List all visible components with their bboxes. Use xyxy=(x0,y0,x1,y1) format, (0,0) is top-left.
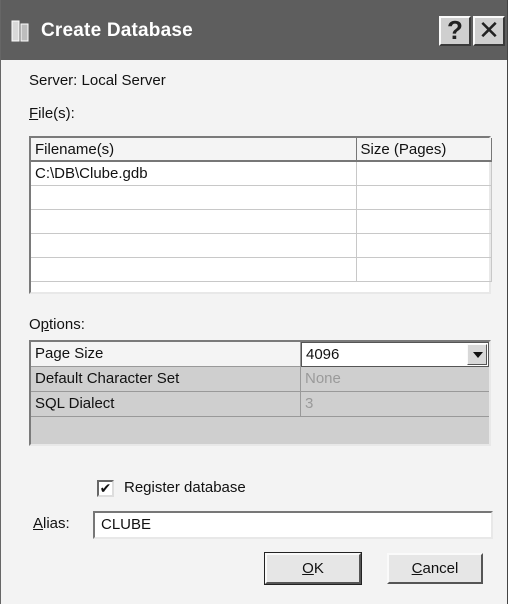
create-database-dialog: Create Database ? ✕ Server: Local Server… xyxy=(0,0,508,604)
size-cell[interactable] xyxy=(356,257,492,282)
option-name: Default Character Set xyxy=(31,367,301,392)
column-header-size[interactable]: Size (Pages) xyxy=(356,138,492,162)
table-row[interactable]: C:\DB\Clube.gdb xyxy=(31,161,492,186)
register-database-checkbox[interactable]: ✔ xyxy=(97,480,114,497)
server-label: Server: Local Server xyxy=(29,72,166,89)
table-row[interactable] xyxy=(31,233,492,258)
database-icon xyxy=(11,20,29,42)
table-row[interactable] xyxy=(31,185,492,210)
filename-cell[interactable] xyxy=(31,257,357,282)
option-name: Page Size xyxy=(31,342,301,367)
option-row-sql-dialect[interactable]: SQL Dialect 3 xyxy=(31,392,489,417)
size-cell[interactable] xyxy=(356,185,492,210)
checkmark-icon: ✔ xyxy=(99,480,112,496)
filename-cell[interactable] xyxy=(31,233,357,258)
character-set-value: None xyxy=(301,367,489,392)
page-size-select[interactable]: 4096 xyxy=(301,342,489,367)
option-row-page-size[interactable]: Page Size 4096 xyxy=(31,342,489,367)
filename-cell[interactable] xyxy=(31,185,357,210)
cancel-button[interactable]: Cancel xyxy=(387,553,483,584)
table-row[interactable] xyxy=(31,257,492,282)
window-title: Create Database xyxy=(41,20,193,41)
help-icon: ? xyxy=(447,15,463,45)
options-grid[interactable]: Page Size 4096 Default Character Set Non… xyxy=(29,340,491,446)
filename-cell[interactable] xyxy=(31,209,357,234)
help-button[interactable]: ? xyxy=(439,16,471,46)
title-bar[interactable]: Create Database ? ✕ xyxy=(1,0,507,60)
chevron-down-icon[interactable] xyxy=(467,344,487,365)
alias-label: Alias: xyxy=(33,515,70,532)
size-cell[interactable] xyxy=(356,209,492,234)
column-header-filename[interactable]: Filename(s) xyxy=(31,138,357,162)
close-button[interactable]: ✕ xyxy=(473,16,505,46)
option-row-character-set[interactable]: Default Character Set None xyxy=(31,367,489,392)
page-size-value: 4096 xyxy=(306,346,340,363)
ok-button[interactable]: OK xyxy=(264,552,362,585)
size-cell[interactable] xyxy=(356,233,492,258)
sql-dialect-value: 3 xyxy=(301,392,489,417)
files-label: File(s): xyxy=(29,105,75,122)
options-label: Options: xyxy=(29,316,85,333)
filename-cell[interactable]: C:\DB\Clube.gdb xyxy=(31,161,357,186)
option-name: SQL Dialect xyxy=(31,392,301,417)
alias-input[interactable]: CLUBE xyxy=(93,511,493,539)
table-row[interactable] xyxy=(31,209,492,234)
register-database-label[interactable]: Register database xyxy=(124,479,246,496)
files-table[interactable]: Filename(s) Size (Pages) C:\DB\Clube.gdb xyxy=(29,136,492,294)
size-cell[interactable] xyxy=(356,161,492,186)
close-icon: ✕ xyxy=(478,15,500,45)
